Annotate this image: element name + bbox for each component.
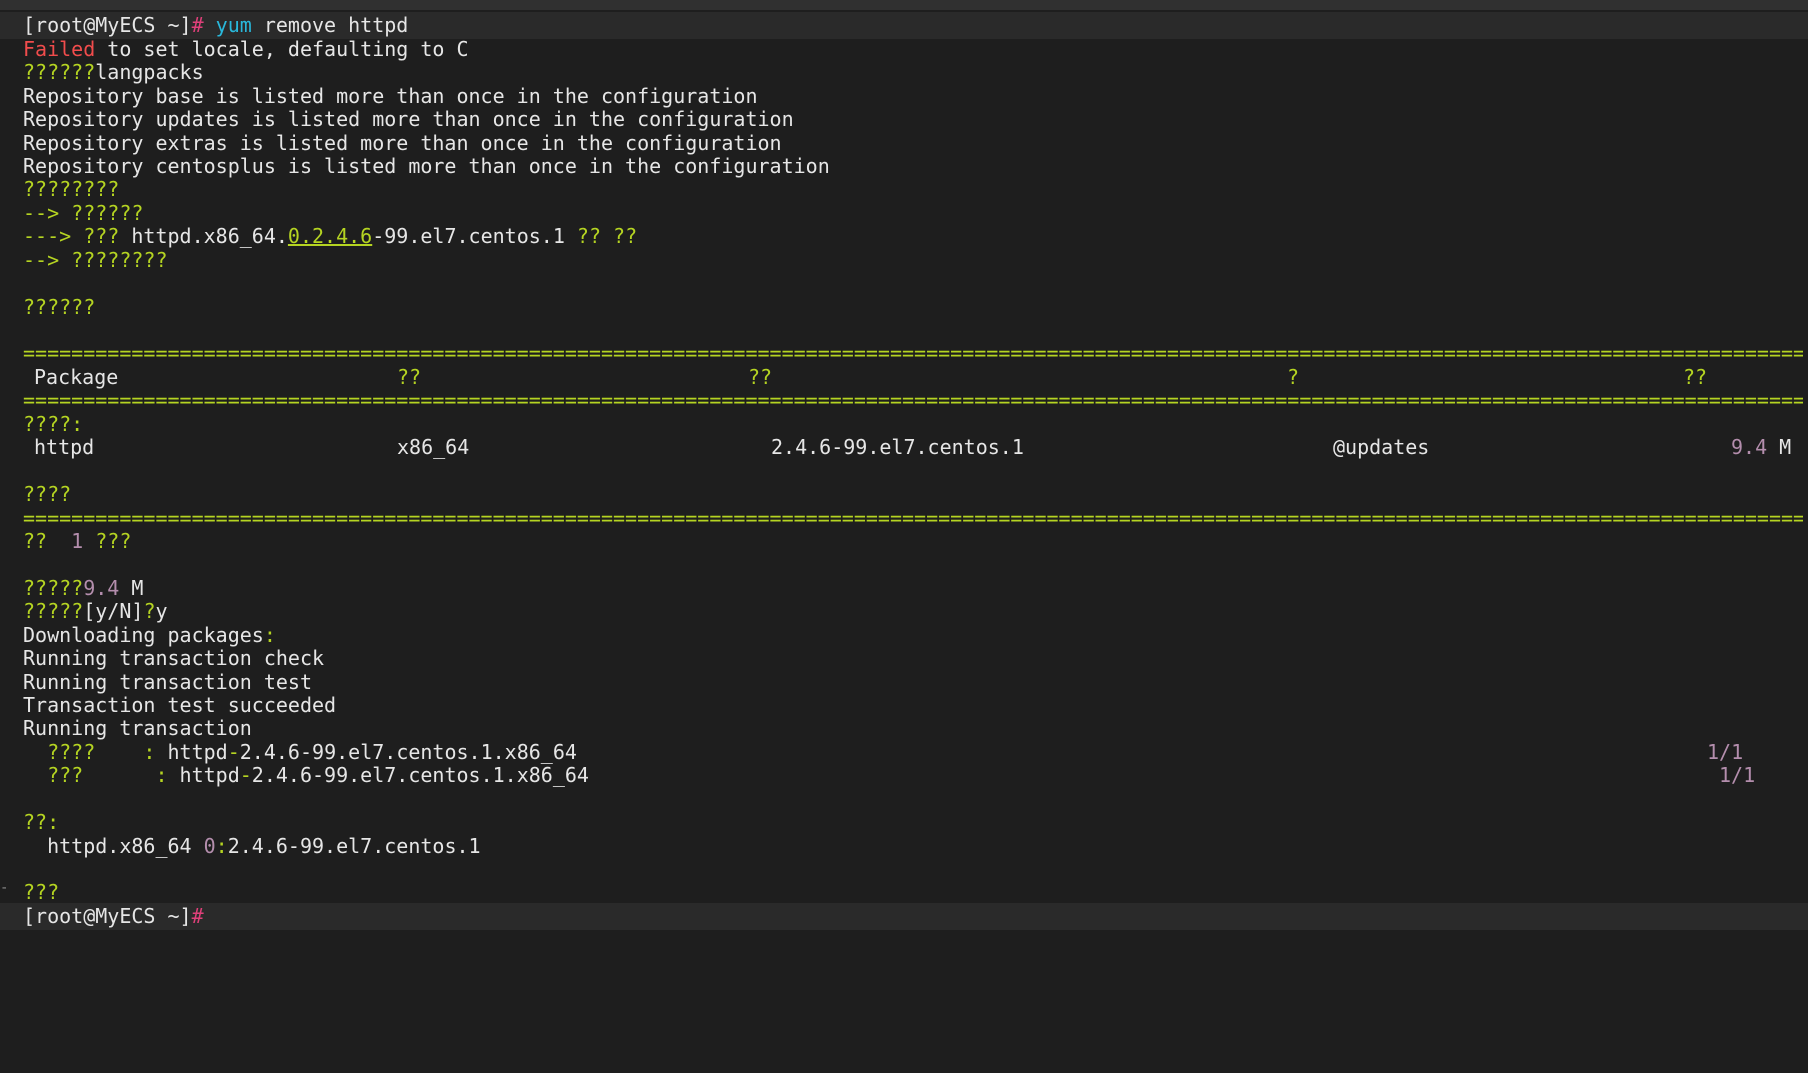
installed-size-label: ????? — [23, 576, 84, 600]
arrow2-pkg-a: httpd.x86_64. — [131, 224, 288, 248]
verify-dash: - — [239, 763, 252, 787]
verify-pkg-a: httpd — [167, 763, 240, 787]
langpacks-q: ?????? — [23, 60, 96, 84]
arrow-line-3: --> ???????? — [23, 248, 168, 272]
table-cell-package: httpd — [34, 435, 95, 459]
removed-package-line: httpd.x86_64 0:2.4.6-99.el7.centos.1 — [23, 833, 481, 860]
verify-label: ??? — [23, 763, 156, 787]
gutter-marker: - — [0, 880, 9, 896]
confirm-q2: ? — [143, 599, 156, 623]
downloading-text: Downloading packages — [23, 623, 264, 647]
confirm-answer: y — [155, 599, 168, 623]
table-cell-version: 2.4.6-99.el7.centos.1 — [771, 435, 1024, 459]
separator-line: ========================================… — [23, 506, 1803, 530]
summary-label: ???? — [23, 482, 72, 506]
repo-line: Repository updates is listed more than o… — [23, 107, 794, 131]
size-unit: M — [1767, 435, 1792, 459]
final-prompt-symbol: # — [191, 904, 204, 928]
confirm-choice: [y/N] — [83, 599, 144, 623]
verify-pkg-b: 2.4.6 — [251, 763, 313, 787]
verify-progress: 1/1 — [1719, 762, 1755, 789]
summary-q1: ?? — [23, 529, 72, 553]
removed-epoch: 0 — [203, 834, 216, 858]
resolving-line: ???????? — [23, 177, 120, 201]
erase-pkg-c: -99.el7.centos.1.x86_64 — [299, 740, 577, 764]
langpacks-word: langpacks — [95, 60, 204, 84]
installed-size-unit: M — [119, 576, 144, 600]
final-prompt-line[interactable]: [root@MyECS ~]# — [0, 903, 1808, 930]
repo-line: Repository centosplus is listed more tha… — [23, 154, 830, 178]
arrow2-prefix: ---> ??? — [23, 224, 132, 248]
removed-colon: : — [215, 834, 228, 858]
erase-pkg-b: 2.4.6 — [239, 740, 300, 764]
verify-pkg-c: -99.el7.centos.1.x86_64 — [312, 763, 589, 787]
arrow-line-2: ---> ??? httpd.x86_64.0.2.4.6-99.el7.cen… — [23, 223, 637, 250]
table-cell-arch: x86_64 — [397, 435, 470, 459]
summary-q2: ??? — [83, 529, 132, 553]
command-name: yum — [215, 13, 252, 37]
terminal-window[interactable]: ▯ - [root@MyECS ~]# yum remove httpd Fai… — [0, 0, 1808, 1073]
installed-size-num: 9.4 — [83, 576, 120, 600]
arrow2-pkg-version: 0.2.4.6 — [287, 224, 373, 248]
erase-dash: - — [227, 740, 240, 764]
command-args: remove httpd — [251, 13, 409, 37]
removed-pkg: httpd.x86_64 — [23, 834, 204, 858]
final-prompt: [root@MyECS ~] — [23, 904, 192, 928]
erase-pkg-a: httpd — [155, 740, 228, 764]
arrow2-suffix: ?? ?? — [564, 224, 638, 248]
verify-progress-text: 1/1 — [1719, 763, 1756, 787]
transaction-line: Running transaction check — [23, 646, 325, 670]
terminal-top-bar — [0, 0, 1808, 10]
erase-progress-text: 1/1 — [1707, 740, 1744, 764]
removed-label: ??: — [23, 810, 60, 834]
summary-count-line: ?? 1 ??? — [23, 528, 131, 555]
locale-failed-rest: to set locale, defaulting to C — [95, 37, 469, 61]
transaction-line: Running transaction — [23, 716, 252, 740]
downloading-colon: : — [263, 623, 276, 647]
confirm-line: ?????[y/N]?y — [23, 598, 168, 625]
erase-label: ???? — [23, 740, 144, 764]
erase-colon: : — [143, 740, 156, 764]
size-number: 9.4 — [1731, 435, 1768, 459]
command-line: [root@MyECS ~]# yum remove httpd — [0, 12, 1808, 39]
langpacks-line: ??????langpacks — [23, 59, 204, 86]
confirm-q: ????? — [23, 599, 84, 623]
removed-version: 2.4.6-99.el7.centos.1 — [227, 834, 481, 858]
separator-line: ========================================… — [23, 388, 1803, 412]
separator-line: ========================================… — [23, 341, 1803, 365]
summary-count: 1 — [71, 529, 84, 553]
prompt-symbol: # — [191, 13, 204, 37]
locale-failed-word: Failed — [23, 37, 96, 61]
verify-line: ??? : httpd-2.4.6-99.el7.centos.1.x86_64 — [23, 762, 589, 789]
prompt: [root@MyECS ~] — [23, 13, 192, 37]
complete-line: ??? — [23, 880, 60, 904]
table-cell-size: 9.4 M — [1731, 434, 1791, 461]
table-cell-repo: @updates — [1333, 435, 1430, 459]
deps-resolved-line: ?????? — [23, 295, 96, 319]
arrow2-pkg-b: -99.el7.centos.1 — [372, 224, 565, 248]
verify-colon: : — [155, 763, 168, 787]
